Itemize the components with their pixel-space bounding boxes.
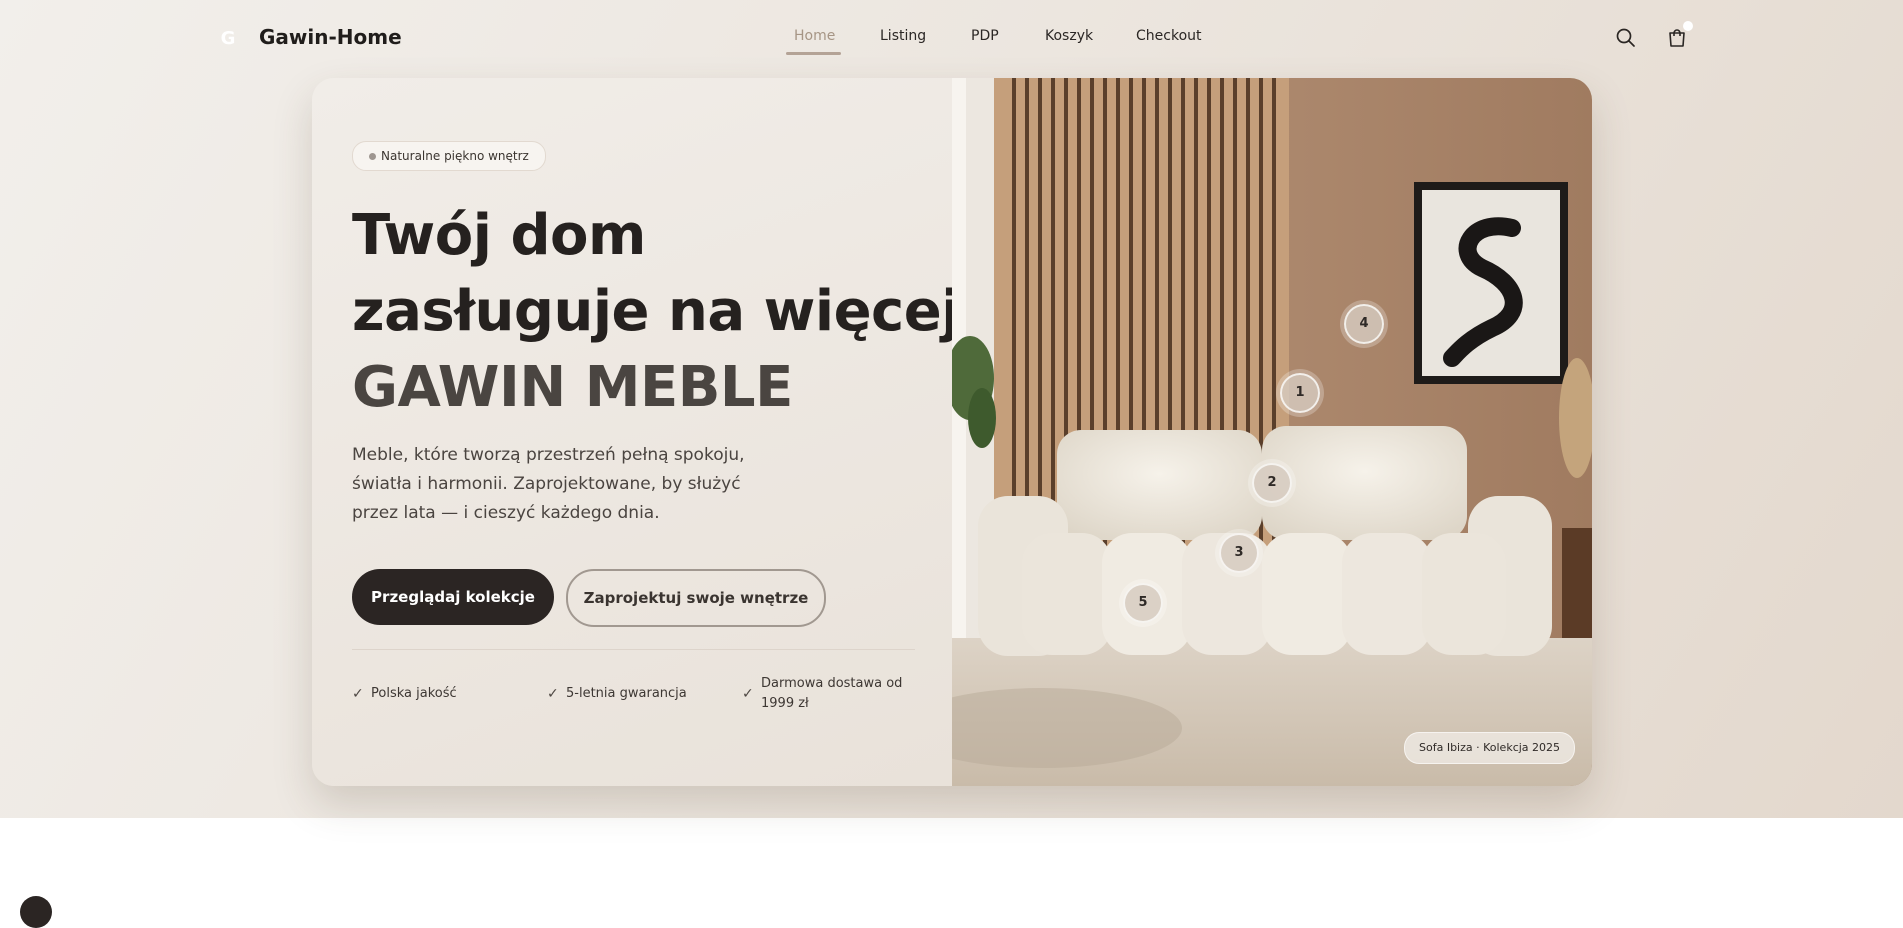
living-room-illustration <box>952 78 1592 786</box>
hotspot-1[interactable]: 1 <box>1280 373 1320 413</box>
badge-dot <box>369 153 376 160</box>
feature-free-delivery: ✓ Darmowa dostawa od 1999 zł <box>742 674 912 714</box>
nav-link-listing[interactable]: Listing <box>880 28 926 44</box>
feature-label: Darmowa dostawa od 1999 zł <box>761 676 903 711</box>
hotspot-4[interactable]: 4 <box>1344 304 1384 344</box>
hotspot-2[interactable]: 2 <box>1252 463 1292 503</box>
hero-headline: Twój dom zasługuje na więcej. GAWIN MEBL… <box>352 198 981 426</box>
logo-mark[interactable]: G <box>218 27 238 51</box>
nav-link-koszyk[interactable]: Koszyk <box>1045 28 1093 44</box>
nav-active-indicator <box>786 52 841 55</box>
top-navigation: G Gawin-Home Home Listing PDP Koszyk Che… <box>0 0 1903 78</box>
image-caption: Sofa Ibiza · Kolekcja 2025 <box>1404 732 1576 764</box>
hotspot-3[interactable]: 3 <box>1219 533 1259 573</box>
check-icon: ✓ <box>547 686 559 702</box>
hero-badge-label: Naturalne piękno wnętrz <box>381 149 529 163</box>
divider <box>352 649 915 650</box>
feature-label: 5-letnia gwarancja <box>566 686 687 701</box>
hero-description: Meble, które tworzą przestrzeń pełną spo… <box>352 445 745 523</box>
browse-collections-button[interactable]: Przeglądaj kolekcje <box>352 569 554 625</box>
headline-line-1: Twój dom <box>352 203 646 268</box>
check-icon: ✓ <box>352 686 364 702</box>
headline-line-2: zasługuje na więcej. <box>352 279 981 344</box>
search-button[interactable] <box>1613 25 1639 51</box>
wall-art <box>1414 182 1568 384</box>
design-interior-button[interactable]: Zaprojektuj swoje wnętrze <box>566 569 826 627</box>
feature-polish-quality: ✓ Polska jakość <box>352 684 532 704</box>
hero-content: Naturalne piękno wnętrz Twój dom zasługu… <box>312 78 981 786</box>
floating-action-button[interactable] <box>20 896 52 928</box>
headline-brand: GAWIN MEBLE <box>352 355 793 420</box>
feature-warranty: ✓ 5-letnia gwarancja <box>547 684 727 704</box>
nav-link-pdp[interactable]: PDP <box>971 28 999 44</box>
feature-label: Polska jakość <box>371 686 457 701</box>
logo-text[interactable]: Gawin-Home <box>259 25 402 49</box>
hero-image: 4 1 2 3 5 Sofa Ibiza · Kolekcja 2025 <box>952 78 1592 786</box>
check-icon: ✓ <box>742 686 754 702</box>
cart-count-badge: 0 <box>1683 21 1693 31</box>
search-icon <box>1616 28 1635 47</box>
hero-card: Naturalne piękno wnętrz Twój dom zasługu… <box>312 78 1592 786</box>
cart-button[interactable]: 0 <box>1664 21 1693 51</box>
nav-link-home[interactable]: Home <box>794 28 835 44</box>
hotspot-5[interactable]: 5 <box>1123 583 1163 623</box>
hero-badge: Naturalne piękno wnętrz <box>352 141 546 171</box>
nav-link-checkout[interactable]: Checkout <box>1136 28 1202 44</box>
